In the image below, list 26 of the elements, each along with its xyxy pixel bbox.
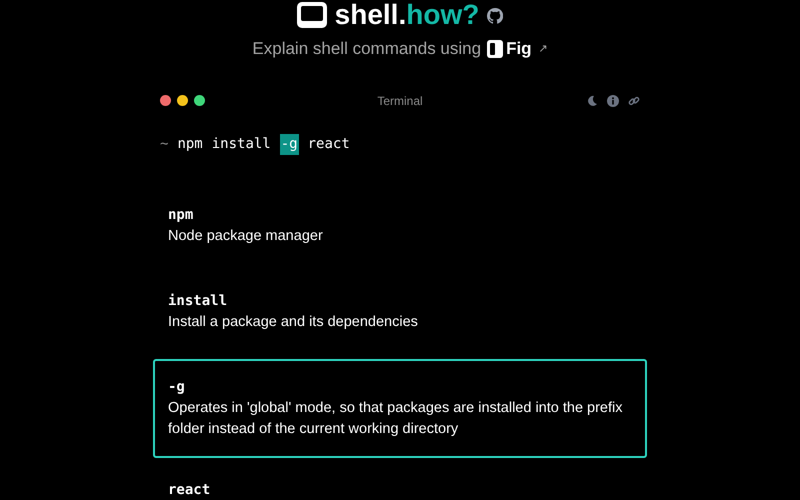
explanation-card[interactable]: npm Node package manager bbox=[153, 186, 647, 264]
command-token[interactable]: npm bbox=[177, 134, 203, 154]
token-name: npm bbox=[168, 206, 194, 224]
explanation-card[interactable]: install Install a package and its dependencies bbox=[153, 272, 647, 350]
token-description: Install a package and its dependencies bbox=[168, 312, 419, 332]
explanation-card[interactable]: -g Operates in 'global' mode, so that packages are installed into the prefix folder instead of the current working directory bbox=[153, 358, 647, 458]
moon-icon[interactable] bbox=[586, 94, 598, 106]
github-icon[interactable] bbox=[487, 8, 504, 24]
tagline: Explain shell commands using bbox=[252, 38, 482, 60]
token-description: Operates in 'global' mode, so that packages are installed into the prefix folder instead of the current working directory bbox=[168, 398, 624, 438]
logo-icon bbox=[296, 2, 327, 28]
logo-text: shell.how? bbox=[334, 0, 480, 30]
command-token[interactable]: install bbox=[212, 134, 271, 154]
terminal-title: Terminal bbox=[377, 92, 423, 110]
token-name: react bbox=[168, 480, 212, 500]
token-name: -g bbox=[168, 378, 186, 396]
fig-logo-icon bbox=[487, 40, 504, 58]
link-icon[interactable] bbox=[628, 94, 640, 106]
token-description: Node package manager bbox=[168, 226, 324, 246]
prompt: ~ bbox=[160, 134, 168, 154]
explanation-card[interactable]: react bbox=[153, 466, 647, 500]
fig-link[interactable]: Fig ↗ bbox=[487, 36, 548, 62]
info-icon[interactable] bbox=[607, 94, 619, 106]
token-name: install bbox=[168, 292, 228, 310]
command-token[interactable]: -g bbox=[280, 134, 299, 154]
command-token[interactable]: react bbox=[308, 134, 350, 154]
